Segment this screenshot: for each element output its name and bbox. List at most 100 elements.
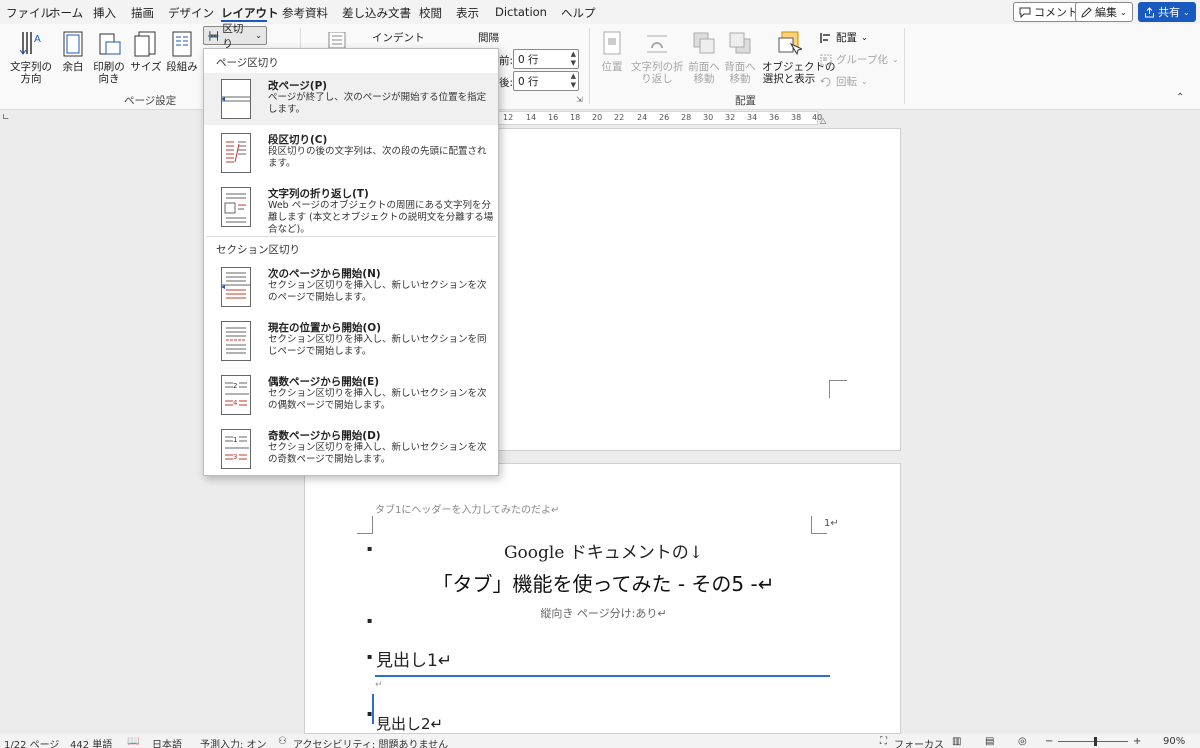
continuous-section-desc: セクション区切りを挿入し、新しいセクションを同じページで開始します。 [268,334,487,357]
tab-home[interactable]: ホーム [49,5,83,21]
chevron-down-icon: ⌄ [861,77,868,86]
divider [589,28,590,104]
breaks-dropdown: ページ区切り 改ページ(P) ページが終了し、次のページが開始する位置を指定しま… [203,48,499,476]
language[interactable]: 日本語 [152,736,182,748]
page-count[interactable]: 1/22 ページ [4,736,59,748]
position-label: 位置 [601,61,623,73]
breaks-button[interactable]: 区切り ⌄ [203,23,267,50]
tab-review[interactable]: 校閲 [419,5,442,21]
send-backward-label: 背面へ 移動 [724,61,756,85]
edit-mode-button[interactable]: 編集 ⌄ [1075,2,1133,22]
column-break-item[interactable]: 段区切り(C) 段区切りの後の文字列は、次の段の先頭に配置されます。 [204,127,498,179]
tab-mailings[interactable]: 差し込み文書 [342,5,411,21]
zoom-out-icon[interactable]: − [1045,736,1053,747]
group-icon [820,54,832,65]
wrap-text-button[interactable]: 文字列の折 り返し [631,30,684,85]
ruler-number: 24 [637,113,648,122]
size-button[interactable]: サイズ [130,30,162,73]
tab-help[interactable]: ヘルプ [561,5,596,21]
spacing-label: 間隔 [478,32,499,44]
accessibility-icon: ⚇ [278,736,287,747]
title-line-2[interactable]: 「タブ」機能を使ってみた - その5 -↵ [305,568,902,597]
columns-button[interactable]: 段組み [166,30,198,73]
rotate-button[interactable]: 回転 ⌄ [820,74,868,89]
tab-file[interactable]: ファイル [6,5,52,21]
bring-forward-button[interactable]: 前面へ 移動 [686,30,722,85]
tab-draw[interactable]: 描画 [131,5,154,21]
next-page-section-desc: セクション区切りを挿入し、新しいセクションを次のページで開始します。 [268,280,487,303]
space-after-input[interactable]: 0 行 ▲ ▼ [513,71,579,91]
bring-forward-label: 前面へ 移動 [688,61,720,85]
send-backward-button[interactable]: 背面へ 移動 [722,30,758,85]
column-break-desc: 段区切りの後の文字列は、次の段の先頭に配置されます。 [268,146,487,169]
odd-icon-number: 3 [233,453,237,461]
tab-insert[interactable]: 挿入 [93,5,116,21]
zoom-slider-track[interactable] [1058,741,1128,742]
ruler-number: 38 [791,113,802,122]
title-line-1[interactable]: Google ドキュメントの↓ [305,538,902,563]
tab-dictation[interactable]: Dictation [495,5,547,19]
position-button[interactable]: 位置 [596,30,628,73]
group-button[interactable]: グループ化 ⌄ [820,52,899,67]
text-wrapping-break-item[interactable]: 文字列の折り返し(T) Web ページのオブジェクトの周囲にある文字列を分離しま… [204,181,498,235]
header-text[interactable]: タブ1にヘッダーを入力してみたのだよ↵ [375,501,559,516]
page-break-item[interactable]: 改ページ(P) ページが終了し、次のページが開始する位置を指定します。 [204,73,498,125]
divider [904,28,905,104]
ruler-number: 22 [614,113,625,122]
next-page-section-item[interactable]: 次のページから開始(N) セクション区切りを挿入し、新しいセクションを次のページ… [204,261,498,313]
tab-layout[interactable]: レイアウト [221,5,279,21]
tab-selector-icon[interactable]: ∟ [2,113,10,123]
odd-page-section-item[interactable]: 1 3 奇数ページから開始(D) セクション区切りを挿入し、新しいセクションを次… [204,423,498,475]
continuous-section-item[interactable]: 現在の位置から開始(O) セクション区切りを挿入し、新しいセクションを同じページ… [204,315,498,367]
text-direction-icon: A [18,30,44,58]
heading-2[interactable]: 見出し2↵ [376,713,443,734]
zoom-slider-thumb[interactable] [1094,737,1097,746]
ruler-number: 32 [725,113,736,122]
orientation-button[interactable]: 印刷の 向き [92,30,126,85]
size-label: サイズ [130,61,162,73]
align-button[interactable]: 配置 ⌄ [820,30,868,45]
selection-pane-icon [776,30,804,58]
space-before-input[interactable]: 0 行 ▲ ▼ [513,49,579,69]
spinner-arrows-icon[interactable]: ▲ ▼ [571,50,576,68]
tab-design[interactable]: デザイン [168,5,214,21]
subtitle-line[interactable]: 縦向き ページ分け:あり↵ [305,605,902,621]
comment-button[interactable]: コメント [1013,2,1084,22]
bullet-mark: ▪ [367,709,373,718]
read-mode-icon[interactable]: ▥ [952,736,961,747]
share-button[interactable]: 共有 ⌄ [1138,2,1196,22]
even-page-section-item[interactable]: 2 4 偶数ページから開始(E) セクション区切りを挿入し、新しいセクションを次… [204,369,498,421]
proofing-icon[interactable]: 📖 [127,736,139,747]
pencil-icon [1081,6,1092,18]
indent-label: インデント [372,32,425,44]
tab-references[interactable]: 参考資料 [282,5,328,21]
tab-view[interactable]: 表示 [456,5,479,21]
text-direction-label: 文字列の 方向 [10,61,52,85]
rotate-label: 回転 [836,76,857,88]
accessibility-status[interactable]: アクセシビリティ: 問題ありません [293,736,448,748]
send-backward-icon [727,30,753,58]
ruler-number: 12 [503,113,514,122]
group-label: グループ化 [836,54,888,66]
selection-pane-button[interactable]: オブジェクトの 選択と表示 [762,30,836,85]
word-count[interactable]: 442 単語 [70,736,112,748]
margins-button[interactable]: 余白 [58,30,88,73]
continuous-section-title: 現在の位置から開始(O) [268,322,382,334]
zoom-in-icon[interactable]: + [1133,736,1141,747]
spinner-arrows-icon[interactable]: ▲ ▼ [571,72,576,90]
print-layout-icon[interactable]: ▤ [985,736,994,747]
bullet-mark: ▪ [367,616,373,625]
continuous-section-icon [221,321,251,361]
zoom-level[interactable]: 90% [1163,736,1185,747]
right-indent-marker-icon[interactable]: △ [820,116,826,125]
heading-1[interactable]: 見出し1↵ [376,646,452,671]
space-after-value: 0 行 [518,76,539,88]
focus-mode[interactable]: フォーカス [894,736,944,748]
document-page-2[interactable]: タブ1にヘッダーを入力してみたのだよ↵ 1↵ ▪ Google ドキュメントの↓… [304,463,901,734]
text-direction-button[interactable]: A 文字列の 方向 [8,30,54,85]
collapse-ribbon-icon[interactable]: ⌃ [1176,92,1184,103]
web-layout-icon[interactable]: ◎ [1018,736,1027,747]
paragraph-dialog-launcher-icon[interactable]: ⇲ [576,95,583,104]
predictive-input[interactable]: 予測入力: オン [200,736,267,748]
odd-page-section-icon: 1 3 [221,429,251,469]
